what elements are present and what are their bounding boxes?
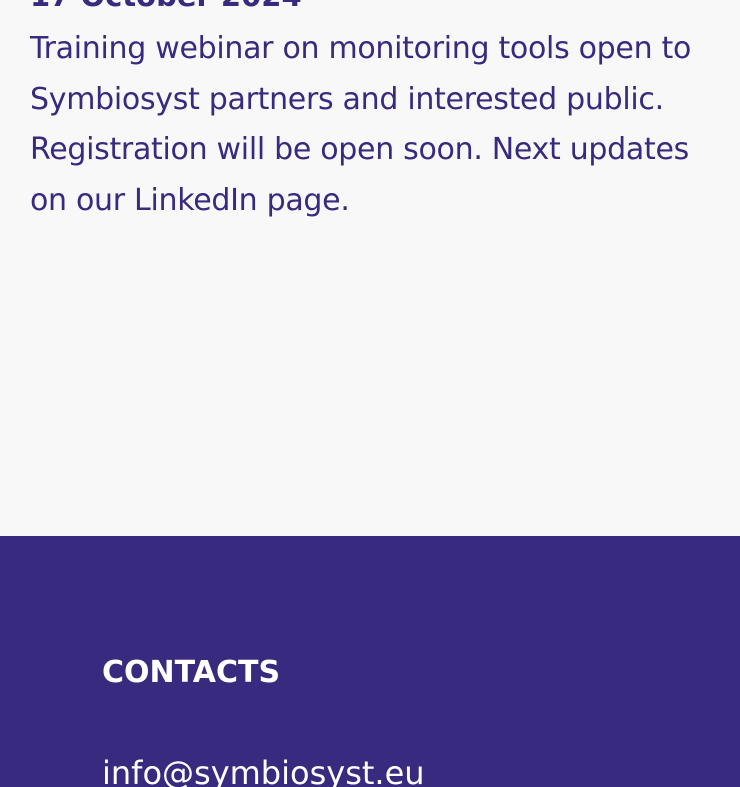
event-description: Training webinar on monitoring tools ope… [30, 31, 692, 117]
footer: CONTACTS info@symbiosyst.eu [0, 536, 740, 787]
contact-email-link[interactable]: info@symbiosyst.eu [102, 753, 425, 787]
event-section: 17 October 2024 Training webinar on moni… [0, 0, 740, 536]
event-description-block: Training webinar on monitoring tools ope… [30, 24, 720, 226]
contacts-title: CONTACTS [102, 655, 281, 690]
event-registration-note: Registration will be open soon. Next upd… [30, 132, 689, 218]
page: 17 October 2024 Training webinar on moni… [0, 0, 740, 787]
event-date: 17 October 2024 [30, 0, 302, 14]
